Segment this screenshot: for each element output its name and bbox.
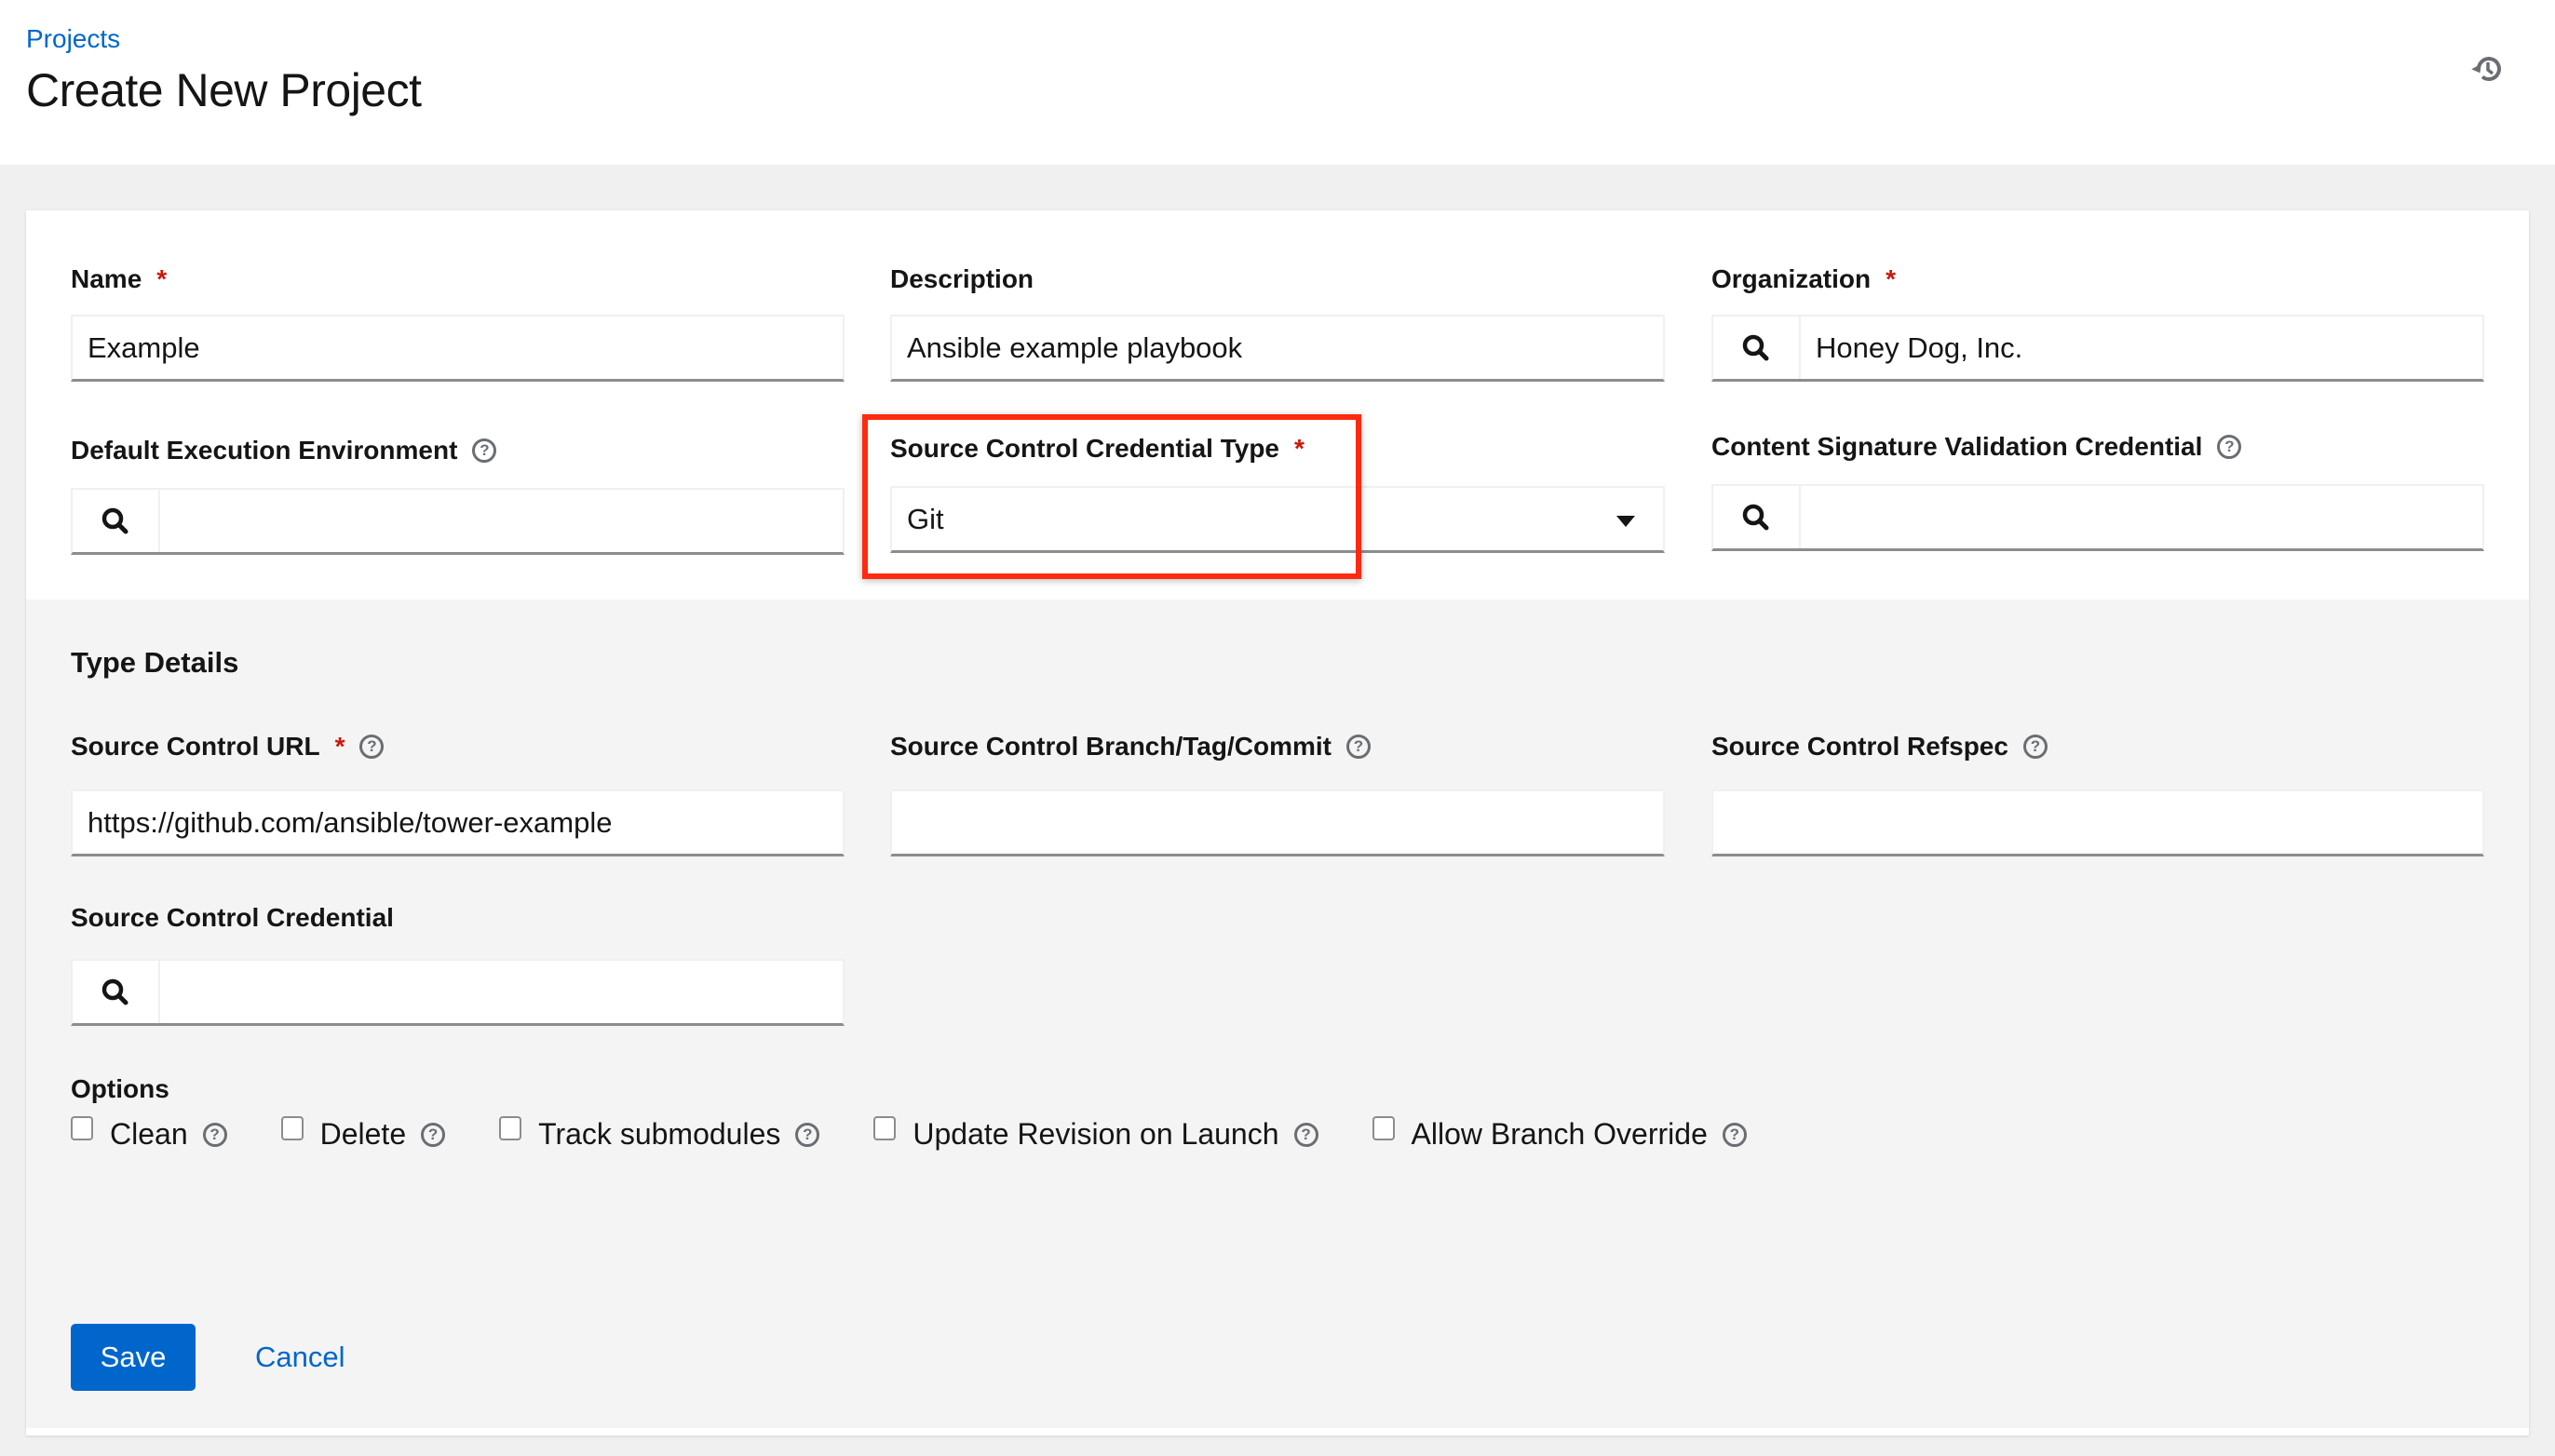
scm-type-select[interactable]: Git [890, 486, 1665, 553]
required-marker: * [156, 264, 168, 293]
scm-credential-lookup[interactable] [71, 959, 845, 1026]
signature-cred-label: Content Signature Validation Credential … [1711, 432, 2242, 462]
scm-refspec-input[interactable] [1711, 789, 2484, 856]
execution-env-lookup[interactable] [71, 488, 845, 555]
option-label: Update Revision on Launch [912, 1117, 1279, 1151]
options-checkboxes: Clean ? Delete ? Track submodules ? Upda… [71, 1115, 1801, 1152]
scm-branch-label-text: Source Control Branch/Tag/Commit [890, 732, 1332, 761]
checkbox[interactable] [873, 1115, 897, 1140]
required-marker: * [1294, 434, 1305, 463]
scm-credential-label-text: Source Control Credential [71, 903, 394, 932]
type-details-section: Type Details Source Control URL * ? http… [26, 600, 2529, 1428]
scm-refspec-label: Source Control Refspec ? [1711, 732, 2048, 762]
checkbox[interactable] [1372, 1115, 1395, 1140]
type-details-title: Type Details [71, 646, 239, 679]
search-icon[interactable] [1713, 317, 1801, 379]
search-icon[interactable] [73, 961, 160, 1023]
scm-url-value: https://github.com/ansible/tower-example [88, 805, 613, 839]
organization-lookup[interactable]: Honey Dog, Inc. [1711, 315, 2484, 382]
name-label-text: Name [71, 264, 142, 293]
caret-down-icon [1616, 516, 1635, 527]
scm-refspec-label-text: Source Control Refspec [1711, 732, 2008, 761]
name-input[interactable]: Example [71, 315, 845, 382]
description-label-text: Description [890, 264, 1034, 293]
search-icon[interactable] [1713, 486, 1801, 548]
search-icon[interactable] [73, 490, 160, 552]
project-form: Name * Example Description Ansible examp… [26, 210, 2529, 1436]
help-icon[interactable]: ? [2022, 735, 2048, 759]
scm-url-label-text: Source Control URL [71, 732, 320, 761]
organization-label: Organization * [1711, 264, 1896, 294]
option-delete[interactable]: Delete ? [280, 1115, 446, 1152]
help-icon[interactable]: ? [795, 1122, 820, 1147]
options-label: Options [71, 1074, 169, 1103]
scm-branch-input[interactable] [890, 789, 1665, 856]
checkbox[interactable] [280, 1115, 304, 1140]
required-marker: * [1886, 264, 1897, 293]
scm-type-value: Git [907, 502, 944, 535]
cancel-button[interactable]: Cancel [255, 1324, 345, 1391]
help-icon[interactable]: ? [2217, 435, 2242, 459]
execution-env-label: Default Execution Environment ? [71, 436, 497, 465]
help-icon[interactable]: ? [421, 1122, 446, 1147]
organization-label-text: Organization [1711, 264, 1872, 293]
page-header: Projects Create New Project [0, 0, 2555, 165]
option-label: Clean [110, 1117, 188, 1151]
scm-url-input[interactable]: https://github.com/ansible/tower-example [71, 789, 845, 856]
help-icon[interactable]: ? [359, 735, 385, 759]
option-track-submodules[interactable]: Track submodules ? [499, 1115, 820, 1152]
scm-type-label-text: Source Control Credential Type [890, 434, 1279, 463]
scm-branch-label: Source Control Branch/Tag/Commit ? [890, 732, 1371, 762]
organization-value: Honey Dog, Inc. [1816, 330, 2023, 364]
signature-cred-label-text: Content Signature Validation Credential [1711, 432, 2203, 461]
option-label: Track submodules [538, 1117, 781, 1151]
required-marker: * [334, 732, 345, 761]
execution-env-label-text: Default Execution Environment [71, 436, 458, 465]
name-label: Name * [71, 264, 167, 294]
option-clean[interactable]: Clean ? [71, 1115, 227, 1152]
help-icon[interactable]: ? [1293, 1122, 1318, 1147]
breadcrumb-projects[interactable]: Projects [26, 24, 120, 54]
description-label: Description [890, 264, 1034, 294]
page-title: Create New Project [26, 64, 422, 116]
checkbox[interactable] [71, 1115, 93, 1140]
option-label: Allow Branch Override [1411, 1117, 1708, 1151]
save-button[interactable]: Save [71, 1324, 196, 1391]
description-input[interactable]: Ansible example playbook [890, 315, 1665, 382]
scm-url-label: Source Control URL * ? [71, 732, 385, 762]
help-icon[interactable]: ? [202, 1122, 227, 1147]
option-allow-branch-override[interactable]: Allow Branch Override ? [1372, 1115, 1747, 1152]
option-update-revision-on-launch[interactable]: Update Revision on Launch ? [873, 1115, 1318, 1152]
help-icon[interactable]: ? [1345, 735, 1371, 759]
signature-cred-lookup[interactable] [1711, 484, 2484, 551]
name-value: Example [88, 330, 200, 364]
description-value: Ansible example playbook [907, 330, 1243, 364]
history-icon[interactable] [2469, 50, 2507, 88]
help-icon[interactable]: ? [472, 438, 497, 463]
scm-credential-label: Source Control Credential [71, 903, 394, 933]
option-label: Delete [319, 1117, 407, 1151]
scm-type-label: Source Control Credential Type * [890, 434, 1305, 464]
help-icon[interactable]: ? [1722, 1122, 1747, 1147]
checkbox[interactable] [499, 1115, 522, 1140]
